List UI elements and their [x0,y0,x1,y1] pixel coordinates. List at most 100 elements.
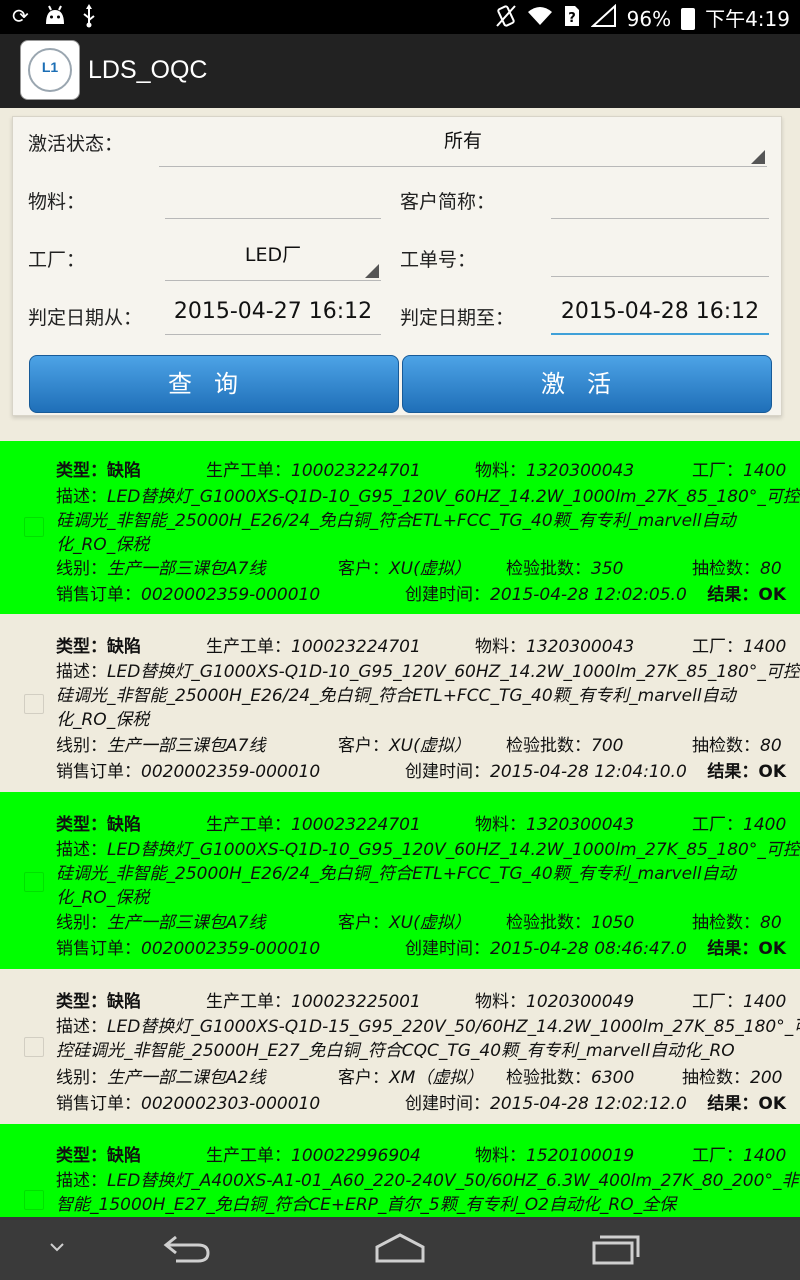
record-list: 类型：缺陷 生产工单：100023224701 物料：1320300043 工厂… [0,441,800,1217]
factory-value: 1400 [743,461,787,481]
result-label: 结果： [707,939,759,959]
created-label: 创建时间： [405,1094,490,1114]
description-line: 化_RO_保税 [56,710,150,730]
result-label: 结果： [707,585,759,605]
svg-text:?: ? [568,11,576,26]
type-value: 缺陷 [107,637,141,657]
record-checkbox[interactable] [24,694,44,714]
factory-spinner[interactable]: LED厂 [165,237,381,281]
sales-order-value: 0020002303-000010 [141,1094,321,1114]
record-checkbox[interactable] [24,1037,44,1057]
app-title: LDS_OQC [88,56,208,84]
status-spinner[interactable]: 所有 [159,123,767,167]
type-label: 类型： [56,1146,107,1166]
line-value: 生产一部三课包A7线 [107,559,266,579]
production-order-value: 100023224701 [291,461,421,481]
production-order-label: 生产工单： [206,1146,291,1166]
description-line: 控硅调光_非智能_25000H_E27_免白铜_符合CQC_TG_40颗_有专利… [56,1041,735,1061]
line-label: 线别： [56,1068,107,1088]
factory-label: 工厂： [692,637,743,657]
result-label: 结果： [707,1094,759,1114]
result-value: OK [758,762,786,782]
date-from-field[interactable]: 2015-04-27 16:12 [165,293,381,335]
action-bar: L1 LDS_OQC [0,34,800,108]
hide-keyboard-icon[interactable] [46,1233,68,1266]
type-label: 类型： [56,992,107,1012]
created-label: 创建时间： [405,585,490,605]
line-label: 线别： [56,559,107,579]
list-item[interactable]: 类型：缺陷 生产工单：100023224701 物料：1320300043 工厂… [0,614,800,792]
app-logo[interactable]: L1 [20,40,80,100]
description-line: 化_RO_保税 [56,888,150,908]
description-line: 硅调光_非智能_25000H_E26/24_免白铜_符合ETL+FCC_TG_4… [56,511,736,531]
query-button[interactable]: 查询 [29,355,399,413]
list-item[interactable]: 类型：缺陷 生产工单：100023224701 物料：1320300043 工厂… [0,441,800,614]
material-label: 物料： [475,815,526,835]
factory-value: 1400 [743,637,787,657]
date-to-field[interactable]: 2015-04-28 16:12 [551,293,769,335]
sample-size-label: 抽检数： [682,1068,750,1088]
type-label: 类型： [56,461,107,481]
list-item[interactable]: 类型：缺陷 生产工单：100023225001 物料：1020300049 工厂… [0,969,800,1124]
line-label: 线别： [56,736,107,756]
factory-label: 工厂： [692,992,743,1012]
record-checkbox[interactable] [24,1190,44,1210]
type-value: 缺陷 [107,461,141,481]
date-from-label: 判定日期从： [28,307,143,329]
created-value: 2015-04-28 12:02:12.0 [490,1094,687,1114]
description-label: 描述： [56,487,107,507]
customer-value: XU(虚拟） [389,559,471,579]
sample-size-value: 80 [760,913,782,933]
logo-mark: L1 [41,59,59,75]
customer-label: 客户： [338,736,389,756]
type-label: 类型： [56,815,107,835]
record-checkbox[interactable] [24,517,44,537]
line-value: 生产一部三课包A7线 [107,913,266,933]
factory-value: 1400 [743,1146,787,1166]
list-item[interactable]: 类型：缺陷 生产工单：100022996904 物料：1520100019 工厂… [0,1124,800,1217]
description-line: 智能_15000H_E27_免白铜_符合CE+ERP_首尔_5颗_有专利_O2自… [56,1195,677,1215]
recent-apps-icon[interactable] [590,1231,640,1272]
production-order-value: 100023225001 [291,992,421,1012]
sample-size-value: 80 [760,736,782,756]
sample-size-value: 80 [760,559,782,579]
customer-label: 客户： [338,913,389,933]
order-label: 工单号： [400,249,477,271]
back-icon[interactable] [162,1231,212,1272]
line-label: 线别： [56,913,107,933]
filter-panel: 激活状态： 所有 物料： 客户简称： 工厂： LED厂 工单号： 判定日期从： … [12,116,782,416]
sample-size-label: 抽检数： [692,559,760,579]
material-label: 物料： [28,191,86,213]
material-input[interactable] [165,179,381,219]
customer-value: XU(虚拟） [389,736,471,756]
customer-value: XU(虚拟） [389,913,471,933]
material-value: 1320300043 [526,461,635,481]
order-input[interactable] [551,237,769,277]
created-label: 创建时间： [405,762,490,782]
factory-label: 工厂： [692,461,743,481]
description-line: LED替换灯_G1000XS-Q1D-10_G95_120V_60HZ_14.2… [107,840,800,860]
created-value: 2015-04-28 12:02:05.0 [490,585,687,605]
material-label: 物料： [475,1146,526,1166]
description-line: LED替换灯_A400XS-A1-01_A60_220-240V_50/60HZ… [107,1171,799,1191]
customer-label: 客户简称： [400,191,496,213]
wifi-icon [527,5,553,33]
no-sim-icon: ? [563,4,581,34]
description-line: LED替换灯_G1000XS-Q1D-15_G95_220V_50/60HZ_1… [107,1017,800,1037]
record-checkbox[interactable] [24,872,44,892]
factory-label: 工厂： [28,249,86,271]
lot-size-value: 350 [591,559,624,579]
created-value: 2015-04-28 08:46:47.0 [490,939,687,959]
activate-button[interactable]: 激活 [402,355,772,413]
created-label: 创建时间： [405,939,490,959]
home-icon[interactable] [374,1231,426,1272]
sample-size-label: 抽检数： [692,913,760,933]
description-label: 描述： [56,1171,107,1191]
clock: 下午4:19 [705,7,790,31]
list-item[interactable]: 类型：缺陷 生产工单：100023224701 物料：1320300043 工厂… [0,792,800,969]
production-order-label: 生产工单： [206,992,291,1012]
customer-input[interactable] [551,179,769,219]
signal-icon [590,3,617,34]
sales-order-label: 销售订单： [56,1094,141,1114]
usb-icon [81,4,97,33]
